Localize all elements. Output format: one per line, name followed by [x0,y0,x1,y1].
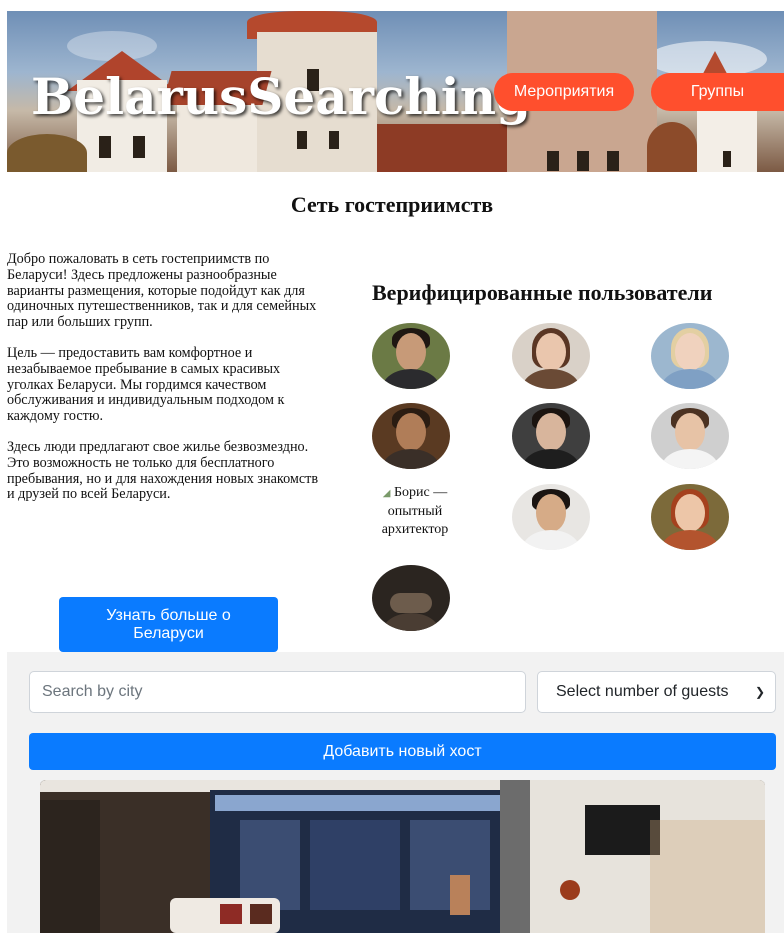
search-city-input[interactable]: Search by city [29,671,526,713]
avatar[interactable] [512,403,590,469]
page-title: Сеть гостеприимств [290,192,494,217]
broken-image-alt-text: Борис — опытный архитектор [381,485,449,537]
guests-select-value: Select number of guests [556,683,729,700]
nav-events-button[interactable]: Мероприятия [494,73,634,111]
avatar[interactable] [651,323,729,389]
chevron-down-icon: ❯ [754,685,765,699]
intro-paragraph: Цель — предоставить вам комфортное и нез… [7,344,285,425]
avatar[interactable] [372,565,450,631]
intro-paragraph: Добро пожаловать в сеть гостеприимств по… [7,251,317,331]
nav-groups-button[interactable]: Группы [651,73,784,111]
intro-text: Добро пожаловать в сеть гостеприимств по… [7,251,329,518]
intro-paragraph: Здесь люди предлагают свое жилье безвозм… [7,438,319,503]
avatar[interactable] [372,323,450,389]
broken-avatar-image[interactable]: ◢ Борис — опытный архитектор [375,484,455,544]
avatar[interactable] [372,403,450,469]
listing-photo[interactable] [40,780,765,933]
guests-select[interactable]: Select number of guests ❯ [537,671,776,713]
broken-image-icon: ◢ [382,488,391,499]
add-host-button[interactable]: Добавить новый хост [29,733,776,770]
brand-logo[interactable]: BelarusSearching [31,67,531,126]
avatar[interactable] [512,484,590,550]
avatar[interactable] [512,323,590,389]
avatar[interactable] [651,403,729,469]
verified-users-title: Верифицированные пользователи [372,280,713,305]
avatar[interactable] [651,484,729,550]
learn-more-button[interactable]: Узнать больше о Беларуси [59,597,278,652]
